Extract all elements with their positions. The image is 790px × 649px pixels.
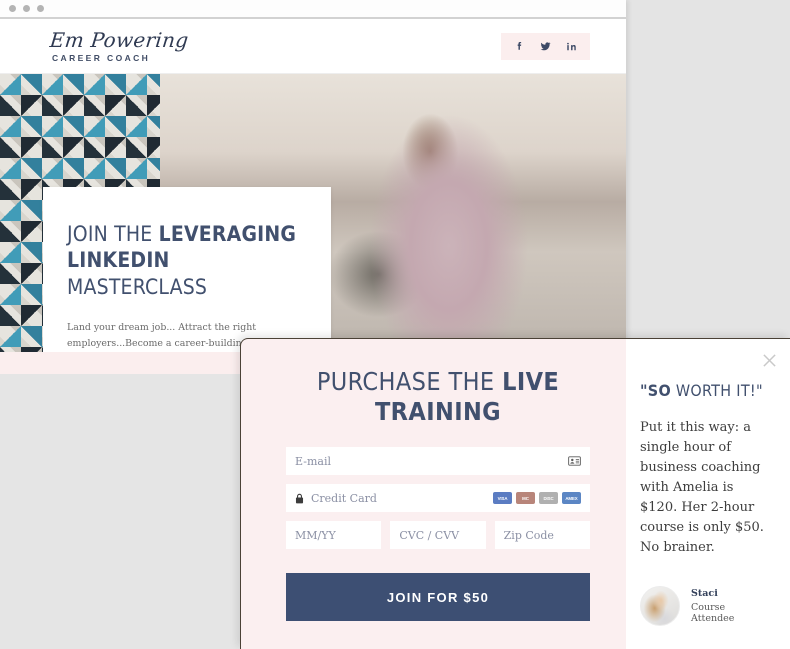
credit-card-placeholder: Credit Card: [311, 491, 377, 505]
social-links: [501, 32, 590, 60]
linkedin-icon: [567, 42, 576, 50]
testimonial-panel: "SO WORTH IT!" Put it this way: a single…: [626, 339, 790, 649]
discover-icon: DISC: [539, 492, 558, 504]
twitter-link[interactable]: [539, 40, 552, 53]
email-placeholder: E-mail: [295, 454, 331, 468]
visa-icon: VISA: [493, 492, 512, 504]
hero-section: JOIN THE LEVERAGING LINKEDIN MASTERCLASS…: [0, 74, 626, 352]
payment-form: E-mail Credit Card VISA MC DISC AMEX MM/…: [286, 447, 590, 621]
zip-field[interactable]: Zip Code: [494, 521, 590, 549]
card-details-row: MM/YY CVC / CVV Zip Code: [286, 521, 590, 549]
hero-title-plain-2: MASTERCLASS: [67, 274, 208, 299]
site-header: Em Powering CAREER COACH: [0, 19, 626, 74]
browser-titlebar: [0, 0, 626, 19]
window-minimize-dot[interactable]: [23, 5, 30, 12]
hero-offer-card: JOIN THE LEVERAGING LINKEDIN MASTERCLASS…: [43, 187, 331, 352]
window-close-dot[interactable]: [9, 5, 16, 12]
zip-placeholder: Zip Code: [503, 528, 554, 542]
twitter-icon: [540, 41, 551, 50]
attribution-text: Staci Course Attendee: [691, 588, 768, 624]
logo-script-text: Em Powering: [48, 27, 190, 52]
hero-body-plain: Land your dream job... Attract the right…: [67, 321, 257, 350]
author-name: Staci: [691, 588, 718, 600]
email-field[interactable]: E-mail: [286, 447, 590, 475]
hero-title-plain-1: JOIN THE: [67, 222, 159, 246]
purchase-modal: PURCHASE THE LIVE TRAINING E-mail Credit…: [240, 338, 790, 649]
linkedin-link[interactable]: [565, 40, 578, 53]
testimonial-body: Put it this way: a single hour of busine…: [640, 420, 764, 556]
lock-icon: [295, 493, 304, 503]
purchase-form-panel: PURCHASE THE LIVE TRAINING E-mail Credit…: [241, 339, 626, 649]
close-x-glyph: [763, 354, 776, 367]
logo-subtitle-text: CAREER COACH: [52, 52, 151, 63]
mastercard-icon: MC: [516, 492, 535, 504]
modal-heading-plain: PURCHASE THE: [316, 367, 503, 396]
modal-heading: PURCHASE THE LIVE TRAINING: [286, 367, 590, 427]
testimonial-title-bold: "SO: [640, 381, 672, 400]
facebook-link[interactable]: [513, 40, 526, 53]
amex-icon: AMEX: [562, 492, 581, 504]
expiry-placeholder: MM/YY: [295, 528, 336, 542]
avatar: [640, 586, 680, 627]
close-icon[interactable]: [762, 353, 777, 368]
credit-card-field[interactable]: Credit Card VISA MC DISC AMEX: [286, 484, 590, 512]
expiry-field[interactable]: MM/YY: [286, 521, 382, 549]
facebook-icon: [517, 41, 522, 50]
testimonial-title: "SO WORTH IT!": [640, 381, 768, 400]
author-role: Course Attendee: [691, 602, 735, 625]
cvc-placeholder: CVC / CVV: [399, 528, 460, 542]
site-logo[interactable]: Em Powering CAREER COACH: [48, 27, 190, 63]
window-maximize-dot[interactable]: [37, 5, 44, 12]
contact-card-icon: [568, 456, 581, 466]
card-brand-logos: VISA MC DISC AMEX: [493, 492, 581, 504]
join-for-50-submit-button[interactable]: JOIN FOR $50: [286, 573, 590, 621]
testimonial-attribution: Staci Course Attendee: [640, 586, 768, 627]
hero-title: JOIN THE LEVERAGING LINKEDIN MASTERCLASS: [67, 221, 303, 300]
cvc-field[interactable]: CVC / CVV: [390, 521, 486, 549]
testimonial-title-plain: WORTH IT!": [671, 381, 763, 400]
